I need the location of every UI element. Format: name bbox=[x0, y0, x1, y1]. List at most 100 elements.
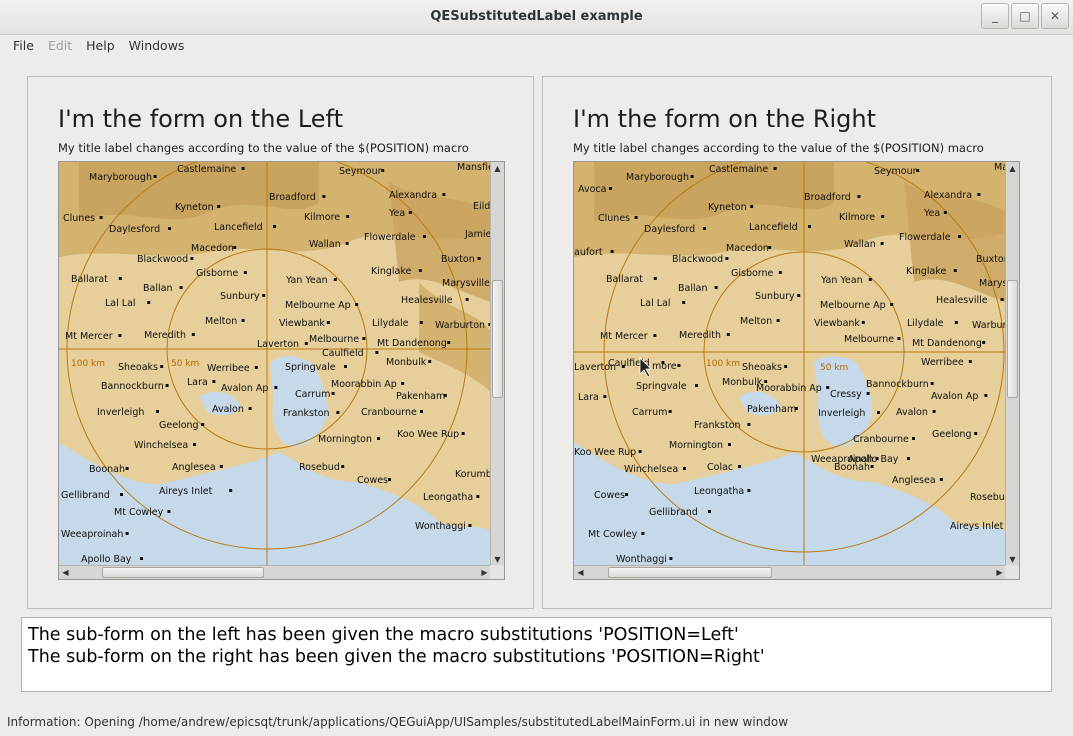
town-marker bbox=[641, 532, 645, 535]
town-label: Apollo Bay bbox=[848, 454, 899, 465]
scroll-up-arrow-icon[interactable]: ▲ bbox=[1006, 162, 1019, 175]
town-label: Laverton bbox=[257, 339, 299, 350]
town-label: Alexandra bbox=[924, 190, 972, 201]
town-marker bbox=[341, 465, 345, 468]
town-label: Healesville bbox=[401, 295, 453, 306]
town-marker bbox=[118, 334, 122, 337]
town-marker bbox=[345, 242, 349, 245]
town-marker bbox=[125, 467, 129, 470]
town-marker bbox=[465, 298, 469, 301]
range-ring-label: 100 km bbox=[706, 359, 740, 369]
town-marker bbox=[241, 319, 245, 322]
town-label: Carrum bbox=[295, 389, 330, 400]
town-marker bbox=[331, 392, 335, 395]
town-label: Maryborough bbox=[89, 172, 152, 183]
right-map-horizontal-scrollbar[interactable]: ◀ ▶ bbox=[574, 565, 1006, 579]
close-button[interactable]: ✕ bbox=[1041, 3, 1069, 29]
town-marker bbox=[118, 277, 122, 280]
town-marker bbox=[333, 278, 337, 281]
menu-windows[interactable]: Windows bbox=[122, 35, 192, 57]
town-marker bbox=[125, 532, 129, 535]
town-marker bbox=[881, 215, 885, 218]
town-label: Lara bbox=[187, 377, 208, 388]
town-label: Kyneton bbox=[175, 202, 214, 213]
left-map-vertical-scrollbar[interactable]: ▲ ▼ bbox=[490, 162, 504, 566]
right-map-view[interactable]: CastlemaineSeymourMaAvocaMaryboroughBroa… bbox=[573, 161, 1020, 580]
status-bar-message: Information: Opening /home/andrew/epicsq… bbox=[7, 715, 789, 729]
town-marker bbox=[726, 333, 730, 336]
town-marker bbox=[254, 366, 258, 369]
town-label: Apollo Bay bbox=[81, 554, 132, 565]
town-label: Maryborough bbox=[626, 172, 689, 183]
menu-file[interactable]: File bbox=[6, 35, 41, 57]
town-marker bbox=[932, 410, 936, 413]
town-marker bbox=[857, 195, 861, 198]
town-marker bbox=[912, 437, 915, 440]
town-label: Castlemaine bbox=[177, 164, 236, 175]
town-label: Boonah bbox=[89, 464, 125, 475]
town-marker bbox=[714, 286, 718, 289]
town-label: Cranbourne bbox=[361, 407, 417, 418]
town-marker bbox=[603, 395, 607, 398]
town-label: Sheoaks bbox=[742, 362, 782, 373]
town-label: Bannockburn bbox=[101, 381, 164, 392]
left-map-view[interactable]: Castlemaine Seymour Mansfie Maryborough Broa… bbox=[58, 161, 505, 580]
town-marker bbox=[168, 227, 171, 230]
town-marker bbox=[153, 175, 157, 178]
town-label: Winchelsea bbox=[134, 440, 188, 451]
left-vscroll-thumb[interactable] bbox=[492, 280, 503, 398]
town-label: Marysville bbox=[442, 278, 490, 289]
left-hscroll-thumb[interactable] bbox=[102, 567, 264, 578]
town-label: Mansfie bbox=[457, 162, 491, 173]
town-label: Seymour bbox=[339, 166, 382, 177]
town-label: Korumb bbox=[455, 469, 491, 480]
left-map-horizontal-scrollbar[interactable]: ◀ ▶ bbox=[59, 565, 491, 579]
town-marker bbox=[273, 225, 276, 228]
town-label: Anglesea bbox=[892, 475, 936, 486]
town-marker bbox=[690, 175, 694, 178]
town-marker bbox=[826, 386, 830, 389]
town-marker bbox=[773, 167, 777, 170]
right-vscroll-thumb[interactable] bbox=[1007, 280, 1018, 398]
scroll-left-arrow-icon[interactable]: ◀ bbox=[59, 566, 72, 579]
right-map-vertical-scrollbar[interactable]: ▲ ▼ bbox=[1005, 162, 1019, 566]
maximize-button[interactable]: □ bbox=[1011, 3, 1039, 29]
town-marker bbox=[167, 510, 171, 513]
town-marker bbox=[355, 303, 359, 306]
town-marker bbox=[625, 493, 628, 496]
town-marker bbox=[461, 432, 465, 435]
window-title: QESubstitutedLabel example bbox=[430, 9, 643, 24]
town-label: Castlemaine bbox=[709, 164, 768, 175]
minimize-button[interactable]: _ bbox=[981, 3, 1009, 29]
window-titlebar: QESubstitutedLabel example _ □ ✕ bbox=[0, 0, 1073, 35]
town-label: Geelong bbox=[159, 420, 199, 431]
town-marker bbox=[362, 337, 366, 340]
range-ring-label: 50 km bbox=[171, 359, 199, 369]
town-marker bbox=[212, 380, 216, 383]
scroll-left-arrow-icon[interactable]: ◀ bbox=[574, 566, 587, 579]
town-label: Mornington bbox=[318, 434, 372, 445]
town-label: Daylesford bbox=[109, 224, 160, 235]
town-label: Lal Lal bbox=[105, 298, 136, 309]
right-hscroll-thumb[interactable] bbox=[608, 567, 772, 578]
town-label: Yan Yean bbox=[285, 275, 328, 286]
menu-help[interactable]: Help bbox=[79, 35, 122, 57]
town-label: Koo Wee Rup bbox=[397, 429, 459, 440]
town-marker bbox=[140, 557, 143, 560]
town-marker bbox=[877, 411, 880, 414]
right-form-subtitle: My title label changes according to the … bbox=[573, 141, 984, 155]
town-label: Monbulk bbox=[386, 357, 427, 368]
town-label: Aireys Inlet bbox=[950, 521, 1004, 532]
town-label: Geelong bbox=[932, 429, 972, 440]
town-marker bbox=[191, 333, 195, 336]
scroll-up-arrow-icon[interactable]: ▲ bbox=[491, 162, 504, 175]
town-label: Viewbank bbox=[814, 318, 860, 329]
town-marker bbox=[750, 205, 754, 208]
info-text-box[interactable]: The sub-form on the left has been given … bbox=[21, 617, 1052, 692]
menu-edit[interactable]: Edit bbox=[41, 35, 79, 57]
town-label: Leongatha bbox=[423, 492, 473, 503]
town-label: Buxton bbox=[976, 254, 1006, 265]
town-label: Meredith bbox=[679, 330, 721, 341]
left-radar-map: Castlemaine Seymour Mansfie Maryborough Broa… bbox=[59, 162, 491, 566]
town-marker bbox=[219, 465, 223, 468]
